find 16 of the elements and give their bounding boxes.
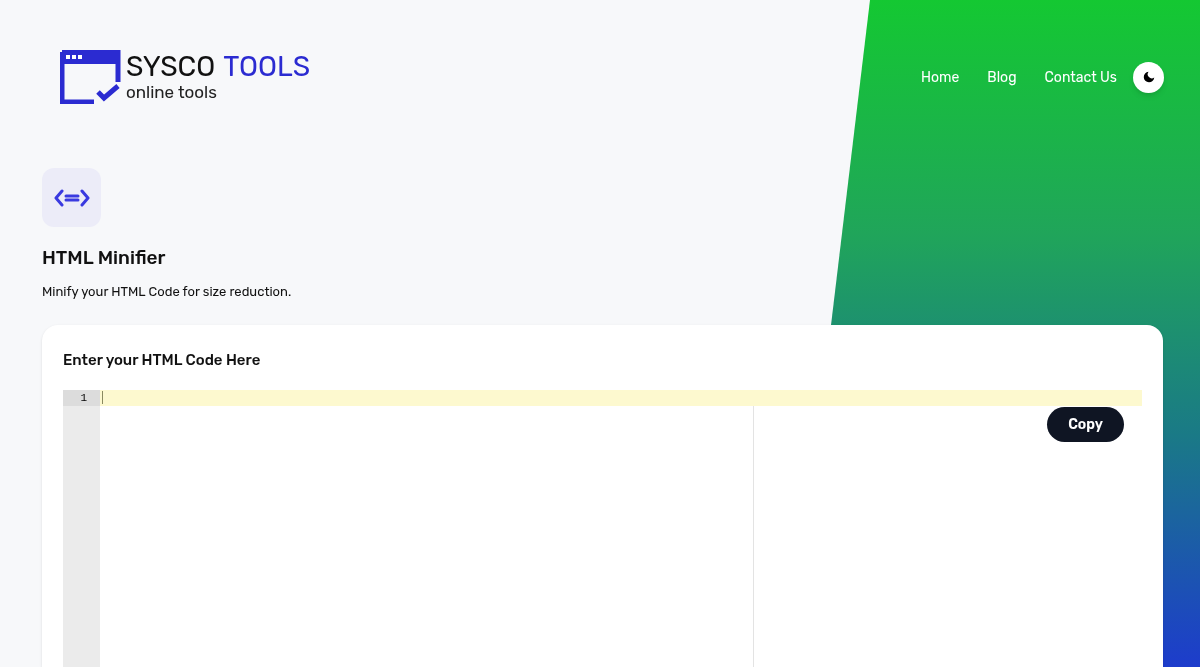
editor-heading: Enter your HTML Code Here bbox=[63, 350, 262, 371]
line-number: 1 bbox=[63, 389, 100, 406]
nav-link[interactable]: Contact Us bbox=[1044, 66, 1117, 88]
logo-accent: TOOLS bbox=[223, 52, 311, 82]
nav-link[interactable]: Home bbox=[921, 66, 960, 88]
text-cursor bbox=[102, 391, 103, 404]
code-editor[interactable]: 1 Copy bbox=[63, 389, 1142, 667]
nav-link[interactable]: Blog bbox=[987, 66, 1017, 88]
moon-icon bbox=[1141, 70, 1156, 84]
logo-window-check-icon bbox=[60, 50, 122, 104]
code-equals-icon bbox=[53, 188, 90, 207]
logo-tagline: online tools bbox=[126, 82, 218, 102]
logo-name: SYSCO bbox=[126, 52, 216, 82]
tool-description: Minify your HTML Code for size reduction. bbox=[42, 282, 293, 301]
copy-button[interactable]: Copy bbox=[1047, 406, 1124, 442]
tool-title: HTML Minifier bbox=[42, 245, 167, 271]
